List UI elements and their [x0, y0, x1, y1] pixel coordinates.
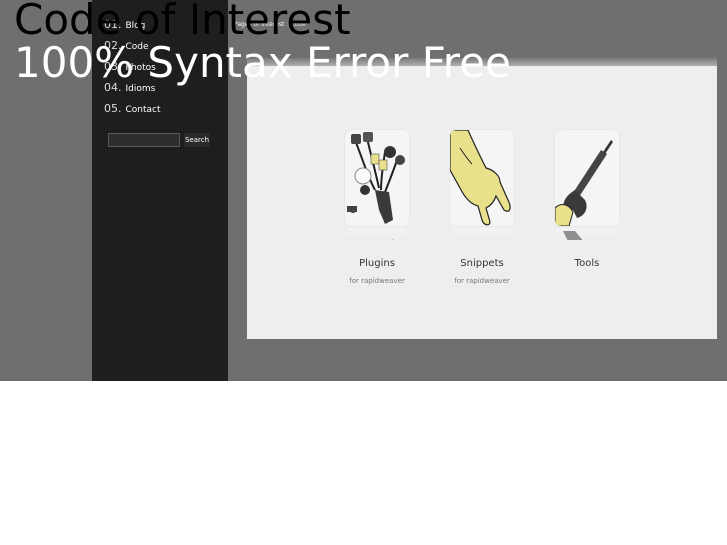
- search-input[interactable]: [108, 133, 180, 147]
- search-button[interactable]: Search: [184, 133, 210, 147]
- tile-label-tools[interactable]: Tools: [537, 258, 637, 269]
- tile-snippets[interactable]: [450, 130, 514, 240]
- pointing-hand-reflection-icon: [450, 228, 514, 240]
- tile-label-snippets[interactable]: Snippets: [432, 258, 532, 269]
- plugin-cables-icon: [345, 130, 409, 226]
- tile-sub-plugins: for rapidweaver: [349, 277, 405, 285]
- nav-item-number: 05.: [104, 102, 122, 115]
- nav-item-label: Contact: [125, 105, 161, 115]
- pointing-hand-icon: [450, 130, 514, 226]
- plugin-reflection-icon: [345, 228, 409, 240]
- tools-reflection-icon: [555, 228, 619, 240]
- tile-plugins[interactable]: [345, 130, 409, 240]
- site-subtitle: 100% Syntax Error Free: [14, 38, 511, 87]
- nav-item-contact[interactable]: 05. Contact: [104, 102, 161, 115]
- tile-sub-snippets: for rapidweaver: [454, 277, 510, 285]
- tile-tools[interactable]: [555, 130, 619, 240]
- screwdriver-wrench-icon: [555, 130, 619, 226]
- tile-label-plugins[interactable]: Plugins: [327, 258, 427, 269]
